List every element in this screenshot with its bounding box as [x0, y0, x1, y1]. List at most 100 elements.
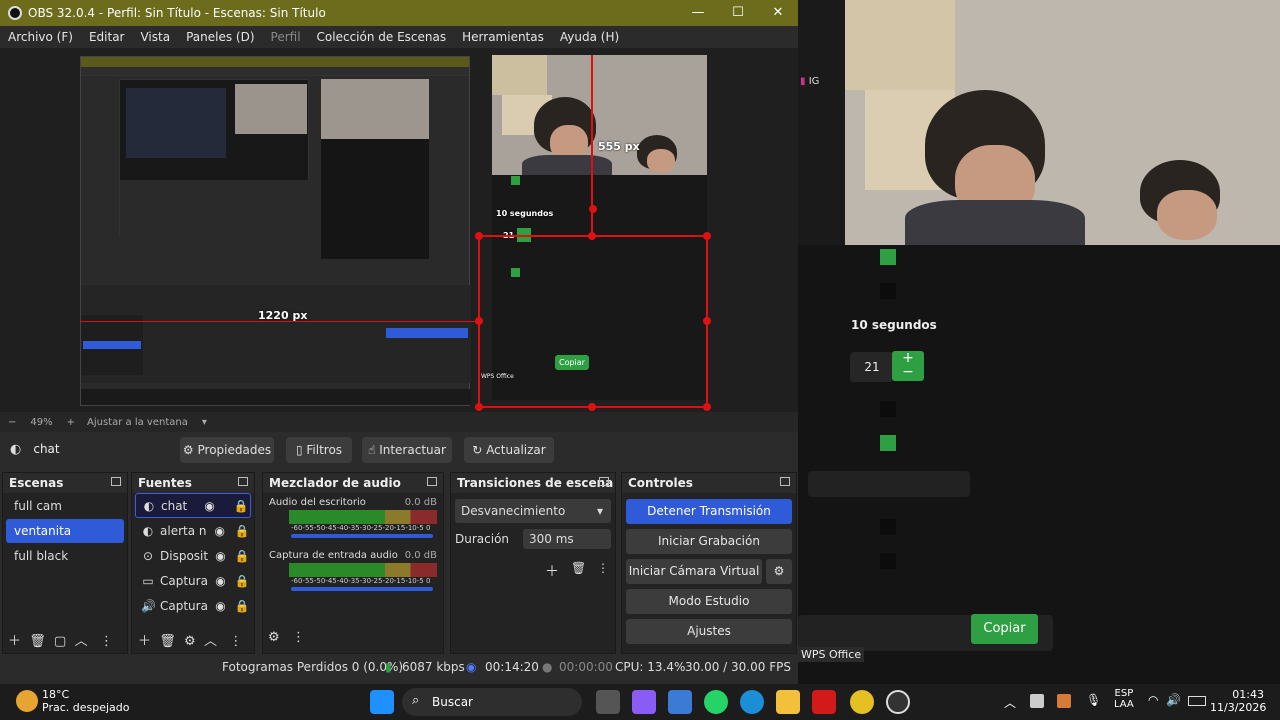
- popout-icon[interactable]: [599, 477, 609, 486]
- gear-icon[interactable]: ⚙: [766, 559, 792, 584]
- handle[interactable]: [475, 232, 483, 240]
- wps-tooltip: WPS Office: [798, 647, 865, 662]
- add-transition-button[interactable]: ＋: [545, 561, 559, 581]
- tray-icon[interactable]: [1030, 694, 1044, 708]
- clock[interactable]: 01:43 11/3/2026: [1210, 688, 1266, 714]
- weather-icon[interactable]: [16, 690, 38, 712]
- lock-icon[interactable]: 🔒: [232, 499, 250, 513]
- transition-select[interactable]: Desvanecimiento ▾: [455, 499, 611, 523]
- menu-editar[interactable]: Editar: [89, 30, 125, 44]
- scene-item[interactable]: full black: [6, 544, 124, 568]
- menu-herramientas[interactable]: Herramientas: [462, 30, 544, 44]
- trash-icon[interactable]: 🗑: [571, 561, 586, 575]
- mixer-dock-buttons[interactable]: ⚙ ⋮: [268, 630, 305, 648]
- start-recording-button[interactable]: Iniciar Grabación: [626, 529, 792, 554]
- handle[interactable]: [703, 403, 711, 411]
- duration-input[interactable]: 300 ms: [523, 529, 611, 549]
- eye-icon[interactable]: ◉: [201, 499, 219, 513]
- plus-minus-button[interactable]: + −: [892, 351, 924, 381]
- transitions-title: Transiciones de escena: [457, 476, 614, 490]
- ig-label: IG: [808, 76, 820, 87]
- stop-streaming-button[interactable]: Detener Transmisión: [626, 499, 792, 524]
- filters-button[interactable]: ▯ Filtros: [286, 437, 352, 463]
- chrome-icon[interactable]: [850, 690, 874, 714]
- wifi-icon[interactable]: ◠: [1148, 693, 1158, 707]
- handle[interactable]: [589, 205, 597, 213]
- battery-icon[interactable]: [1188, 696, 1206, 706]
- store-icon[interactable]: [668, 690, 692, 714]
- maximize-button[interactable]: ☐: [718, 0, 758, 26]
- popout-icon[interactable]: [111, 477, 121, 486]
- eye-icon[interactable]: ◉: [211, 524, 229, 538]
- studio-mode-button[interactable]: Modo Estudio: [626, 589, 792, 614]
- time: 01:43: [1232, 688, 1264, 701]
- settings-button[interactable]: Ajustes: [626, 619, 792, 644]
- task-view-icon[interactable]: [596, 690, 620, 714]
- obs-icon[interactable]: [886, 690, 910, 714]
- menu-vista[interactable]: Vista: [140, 30, 170, 44]
- lock-icon[interactable]: 🔒: [233, 549, 251, 563]
- scene-dock-buttons[interactable]: ＋ 🗑 ▢ ︿ ⋮: [8, 630, 113, 649]
- zoom-out-button[interactable]: −: [8, 417, 16, 428]
- copilot-icon[interactable]: [632, 690, 656, 714]
- tray-icon[interactable]: [1057, 694, 1071, 708]
- handle[interactable]: [588, 232, 596, 240]
- source-item[interactable]: ⊙ Disposit ◉ 🔒: [135, 543, 251, 568]
- handle[interactable]: [475, 317, 483, 325]
- transitions-dock: Transiciones de escena Desvanecimiento ▾ …: [450, 472, 616, 654]
- handle[interactable]: [475, 403, 483, 411]
- windows-start-icon[interactable]: [370, 690, 394, 714]
- properties-button[interactable]: ⚙ Propiedades: [180, 437, 274, 463]
- search-icon: ⌕: [412, 693, 420, 708]
- popout-icon[interactable]: [780, 477, 790, 486]
- volume-icon[interactable]: 🔊: [1166, 693, 1181, 707]
- source-dock-buttons[interactable]: ＋ 🗑 ⚙ ︿ ⋮: [138, 630, 242, 649]
- microphone-icon[interactable]: 🎙: [1086, 693, 1101, 707]
- edge-icon[interactable]: [740, 690, 764, 714]
- lock-icon[interactable]: 🔒: [233, 599, 251, 613]
- minimize-button[interactable]: —: [678, 0, 718, 26]
- volume-slider[interactable]: [291, 587, 433, 591]
- start-virtual-cam-button[interactable]: Iniciar Cámara Virtual: [626, 559, 762, 584]
- channel-name: Captura de entrada audio: [269, 550, 398, 561]
- whatsapp-icon[interactable]: [704, 690, 728, 714]
- chevron-down-icon[interactable]: ▾: [202, 417, 207, 428]
- scene-item[interactable]: full cam: [6, 494, 124, 518]
- close-button[interactable]: ✕: [758, 0, 798, 26]
- more-icon[interactable]: ⋮: [597, 561, 609, 575]
- popout-icon[interactable]: [427, 477, 437, 486]
- file-explorer-icon[interactable]: [776, 690, 800, 714]
- zoom-fit-select[interactable]: Ajustar a la ventana: [87, 417, 188, 428]
- interact-button[interactable]: ☝ Interactuar: [362, 437, 452, 463]
- source-item[interactable]: ▭ Captura ◉ 🔒: [135, 568, 251, 593]
- ig-tab[interactable]: ▮ IG: [798, 76, 845, 90]
- zoom-in-button[interactable]: +: [67, 417, 75, 428]
- source-item[interactable]: 🔊 Captura ◉ 🔒: [135, 593, 251, 618]
- handle[interactable]: [703, 317, 711, 325]
- refresh-button[interactable]: ↻ Actualizar: [464, 437, 554, 463]
- handle[interactable]: [588, 403, 596, 411]
- menu-archivo[interactable]: Archivo (F): [8, 30, 73, 44]
- lock-icon[interactable]: 🔒: [233, 524, 251, 538]
- eye-icon[interactable]: ◉: [211, 599, 229, 613]
- window-title: OBS 32.0.4 - Perfil: Sin Título - Escena…: [28, 6, 326, 20]
- eye-icon[interactable]: ◉: [211, 574, 229, 588]
- lock-icon[interactable]: 🔒: [233, 574, 251, 588]
- language-indicator[interactable]: ESP LAA: [1114, 688, 1134, 710]
- search-box[interactable]: ⌕ Buscar: [402, 688, 582, 716]
- menu-paneles[interactable]: Paneles (D): [186, 30, 254, 44]
- wps-office-icon[interactable]: [812, 690, 836, 714]
- menu-perfil[interactable]: Perfil: [271, 30, 301, 44]
- chevron-up-icon[interactable]: ︿: [1004, 694, 1016, 711]
- popout-icon[interactable]: [238, 477, 248, 486]
- source-item[interactable]: ◐ chat ◉ 🔒: [135, 493, 251, 518]
- record-time: 00:00:00: [559, 660, 613, 674]
- interact-label: Interactuar: [379, 443, 446, 457]
- source-item[interactable]: ◐ alerta n ◉ 🔒: [135, 518, 251, 543]
- handle[interactable]: [703, 232, 711, 240]
- menu-coleccion[interactable]: Colección de Escenas: [317, 30, 447, 44]
- menu-ayuda[interactable]: Ayuda (H): [560, 30, 619, 44]
- scene-item[interactable]: ventanita: [6, 519, 124, 543]
- eye-icon[interactable]: ◉: [212, 549, 230, 563]
- copy-button[interactable]: Copiar: [971, 614, 1038, 644]
